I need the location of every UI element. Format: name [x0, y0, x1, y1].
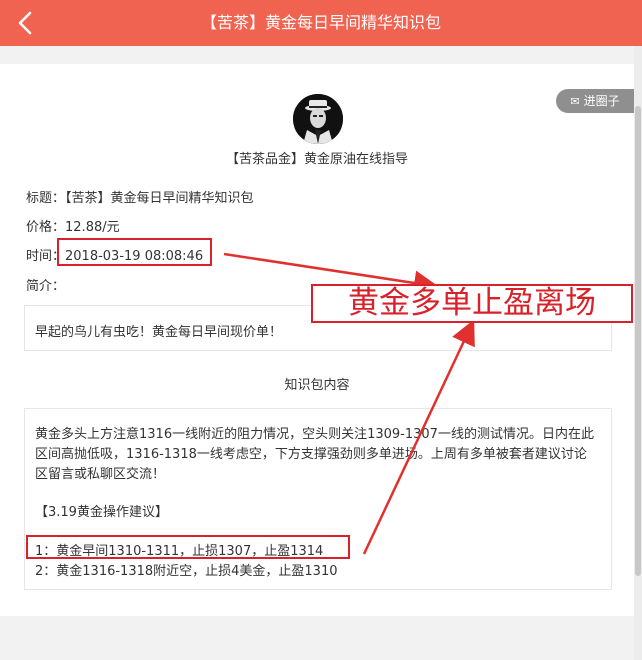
avatar[interactable] [293, 94, 343, 144]
join-circle-button[interactable]: ✉ 进圈子 [556, 89, 634, 113]
intro-label: 简介： [26, 279, 66, 294]
time-label: 时间： [26, 249, 66, 264]
price-value: 12.88/元 [65, 220, 120, 235]
time-field: 时间：2018-03-19 08:08:46 [26, 245, 203, 264]
content-box: 黄金多头上方注意1316一线附近的阻力情况，空头则关注1309-1307一线的测… [24, 408, 612, 590]
back-button[interactable] [10, 8, 40, 38]
price-field: 价格：12.88/元 [26, 216, 120, 235]
intro-text: 早起的鸟儿有虫吃！黄金每日早间现价单！ [35, 325, 283, 340]
price-label: 价格： [26, 220, 66, 235]
chevron-left-icon [18, 11, 32, 35]
scrollbar-track[interactable] [634, 46, 642, 660]
section-title: 知识包内容 [284, 378, 350, 393]
avatar-portrait-icon [293, 94, 343, 144]
annotation-text: 黄金多单止盈离场 [348, 285, 596, 321]
title-value: 【苦茶】黄金每日早间精华知识包 [65, 191, 254, 206]
title-field: 标题：【苦茶】黄金每日早间精华知识包 [26, 187, 254, 206]
content-paragraph: 黄金多头上方注意1316一线附近的阻力情况，空头则关注1309-1307一线的测… [35, 427, 594, 482]
page-title: 【苦茶】黄金每日早间精华知识包 [200, 13, 441, 32]
group-name[interactable]: 【苦茶品金】黄金原油在线指导 [0, 148, 634, 167]
intro-field: 简介： [26, 275, 65, 294]
join-circle-label: 进圈子 [583, 94, 620, 108]
annotation-callout: 黄金多单止盈离场 [311, 284, 633, 323]
suggestion-2: 2：黄金1316-1318附近空，止损4美金，止盈1310 [35, 564, 338, 579]
ticket-icon: ✉ [570, 95, 580, 108]
time-value: 2018-03-19 08:08:46 [65, 249, 204, 264]
suggestion-1: 1：黄金早间1310-1311，止损1307，止盈1314 [35, 544, 324, 559]
scrollbar-thumb[interactable] [635, 106, 641, 576]
top-bar: 【苦茶】黄金每日早间精华知识包 [0, 0, 642, 46]
title-label: 标题： [26, 191, 66, 206]
suggestion-title: 【3.19黄金操作建议】 [35, 505, 168, 520]
